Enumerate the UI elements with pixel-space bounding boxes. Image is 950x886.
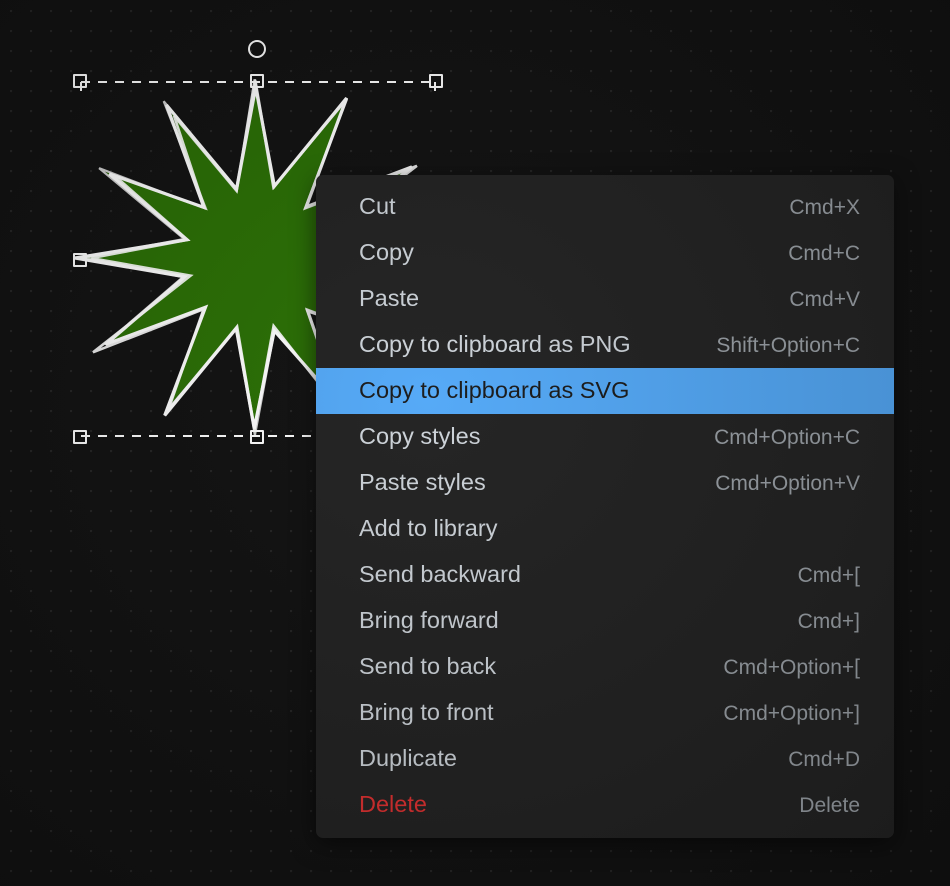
menu-item-add-to-library[interactable]: Add to library — [316, 506, 894, 552]
menu-item-shortcut: Cmd+Option+[ — [723, 657, 860, 678]
drawing-canvas[interactable]: Cut Cmd+X Copy Cmd+C Paste Cmd+V Copy to clipb… — [0, 0, 950, 886]
menu-item-shortcut: Cmd+V — [789, 289, 860, 310]
menu-item-paste-styles[interactable]: Paste styles Cmd+Option+V — [316, 460, 894, 506]
menu-item-label: Paste styles — [359, 471, 486, 495]
menu-item-shortcut: Cmd+D — [788, 749, 860, 770]
resize-handle-middle-left[interactable] — [73, 253, 87, 267]
menu-item-shortcut: Delete — [799, 795, 860, 816]
menu-item-label: Cut — [359, 195, 396, 219]
menu-item-bring-forward[interactable]: Bring forward Cmd+] — [316, 598, 894, 644]
rotate-handle[interactable] — [248, 40, 266, 58]
context-menu[interactable]: Cut Cmd+X Copy Cmd+C Paste Cmd+V Copy to clipb… — [316, 175, 894, 838]
resize-handle-top-right[interactable] — [429, 74, 443, 88]
menu-item-send-to-back[interactable]: Send to back Cmd+Option+[ — [316, 644, 894, 690]
menu-item-bring-to-front[interactable]: Bring to front Cmd+Option+] — [316, 690, 894, 736]
menu-item-label: Copy to clipboard as SVG — [359, 379, 629, 403]
menu-item-shortcut: Cmd+X — [789, 197, 860, 218]
menu-item-label: Copy styles — [359, 425, 480, 449]
menu-item-shortcut: Shift+Option+C — [716, 335, 860, 356]
menu-item-copy-styles[interactable]: Copy styles Cmd+Option+C — [316, 414, 894, 460]
resize-handle-top-center[interactable] — [250, 74, 264, 88]
menu-item-paste[interactable]: Paste Cmd+V — [316, 276, 894, 322]
menu-item-copy[interactable]: Copy Cmd+C — [316, 230, 894, 276]
menu-item-shortcut: Cmd+Option+V — [715, 473, 860, 494]
menu-item-label: Duplicate — [359, 747, 457, 771]
menu-item-label: Bring to front — [359, 701, 494, 725]
menu-item-label: Paste — [359, 287, 419, 311]
resize-handle-bottom-center[interactable] — [250, 430, 264, 444]
menu-item-shortcut: Cmd+] — [798, 611, 860, 632]
menu-item-shortcut: Cmd+Option+] — [723, 703, 860, 724]
menu-item-duplicate[interactable]: Duplicate Cmd+D — [316, 736, 894, 782]
menu-item-label: Delete — [359, 793, 427, 817]
resize-handle-bottom-left[interactable] — [73, 430, 87, 444]
menu-item-label: Send backward — [359, 563, 521, 587]
menu-item-send-backward[interactable]: Send backward Cmd+[ — [316, 552, 894, 598]
menu-item-cut[interactable]: Cut Cmd+X — [316, 184, 894, 230]
menu-item-label: Copy to clipboard as PNG — [359, 333, 631, 357]
menu-item-label: Copy — [359, 241, 414, 265]
menu-item-label: Send to back — [359, 655, 496, 679]
menu-item-label: Bring forward — [359, 609, 499, 633]
resize-handle-top-left[interactable] — [73, 74, 87, 88]
menu-item-shortcut: Cmd+Option+C — [714, 427, 860, 448]
menu-item-shortcut: Cmd+C — [788, 243, 860, 264]
menu-item-label: Add to library — [359, 517, 497, 541]
menu-item-copy-to-clipboard-as-png[interactable]: Copy to clipboard as PNG Shift+Option+C — [316, 322, 894, 368]
menu-item-delete[interactable]: Delete Delete — [316, 782, 894, 828]
menu-item-copy-to-clipboard-as-svg[interactable]: Copy to clipboard as SVG — [316, 368, 894, 414]
menu-item-shortcut: Cmd+[ — [798, 565, 860, 586]
